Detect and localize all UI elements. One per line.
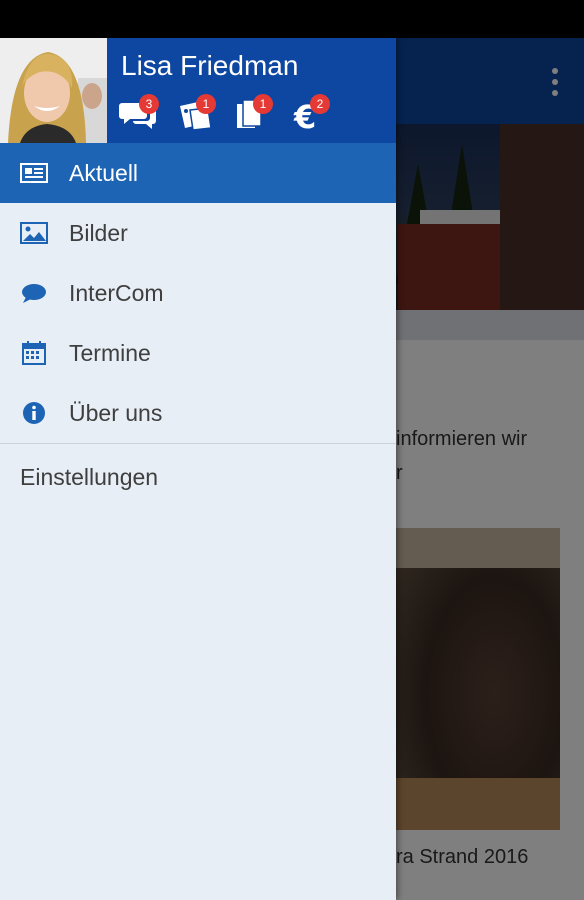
news-icon [20, 163, 48, 183]
menu-item-label: Aktuell [69, 160, 139, 186]
info-icon [23, 402, 45, 424]
menu-item-label: Termine [69, 340, 151, 366]
documents-shortcut[interactable]: 1 [233, 94, 290, 134]
navigation-drawer: Lisa Friedman 3 1 1 € 2 Aktuell Bilder I… [0, 38, 396, 900]
menu-item-label: Über uns [69, 400, 163, 426]
payments-count-badge: 2 [310, 94, 330, 114]
messages-count-badge: 3 [139, 94, 159, 114]
calendar-icon [22, 341, 46, 365]
status-bar [0, 0, 584, 38]
payments-shortcut[interactable]: € 2 [290, 94, 347, 134]
image-icon [20, 222, 48, 244]
user-name: Lisa Friedman [121, 50, 299, 81]
documents-count-badge: 1 [253, 94, 273, 114]
tickets-count-badge: 1 [196, 94, 216, 114]
menu-item-ueber-uns[interactable]: Über uns [0, 383, 396, 443]
drawer-header: Lisa Friedman 3 1 1 € 2 [0, 38, 396, 143]
menu-item-label: InterCom [69, 280, 164, 306]
menu-item-einstellungen[interactable]: Einstellungen [0, 444, 396, 510]
chat-icon [22, 284, 46, 303]
drawer-menu: Aktuell Bilder InterCom Termine Über uns… [0, 143, 396, 510]
notification-badges: 3 1 1 € 2 [119, 94, 347, 134]
avatar[interactable] [0, 38, 107, 143]
menu-item-intercom[interactable]: InterCom [0, 263, 396, 323]
settings-label: Einstellungen [20, 464, 159, 490]
messages-shortcut[interactable]: 3 [119, 94, 176, 134]
tickets-shortcut[interactable]: 1 [176, 94, 233, 134]
menu-item-label: Bilder [69, 220, 128, 246]
menu-item-bilder[interactable]: Bilder [0, 203, 396, 263]
menu-item-aktuell[interactable]: Aktuell [0, 143, 396, 203]
menu-item-termine[interactable]: Termine [0, 323, 396, 383]
